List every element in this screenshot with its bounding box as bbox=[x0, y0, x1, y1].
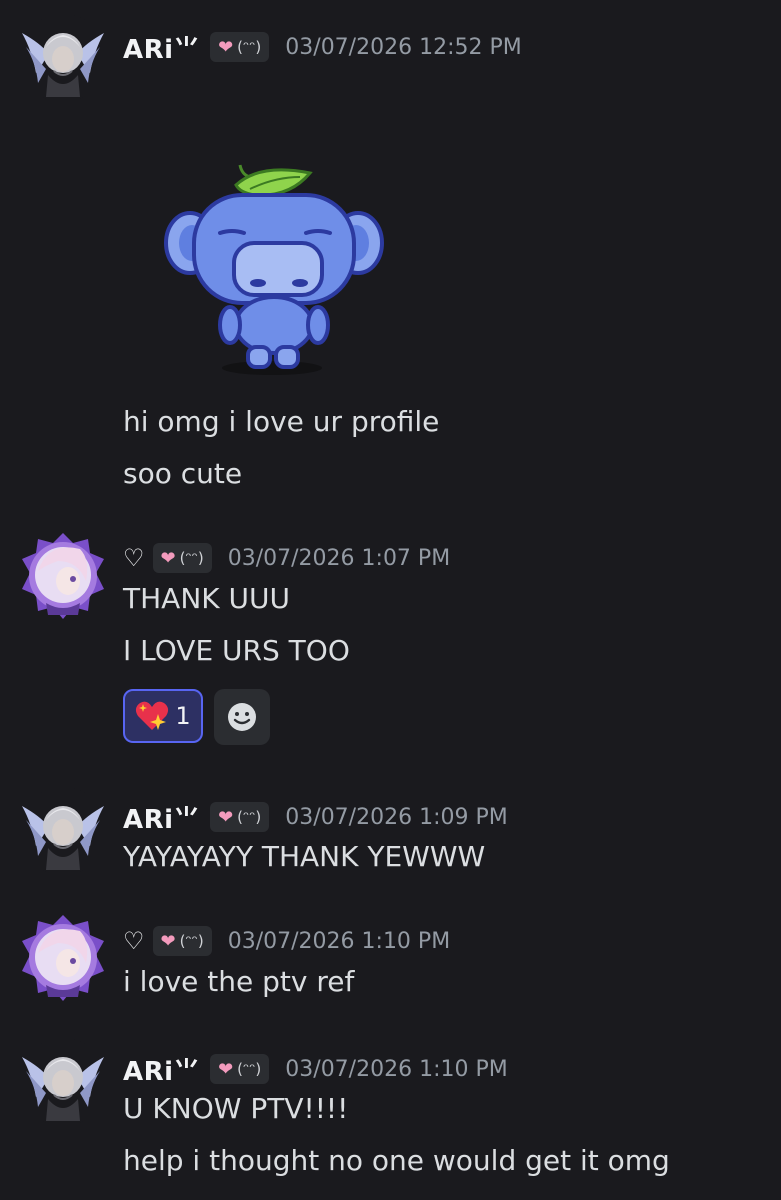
username[interactable]: ♡ bbox=[123, 927, 145, 955]
wumpus-sticker[interactable] bbox=[160, 155, 390, 380]
timestamp[interactable]: 03/07/2026 1:10 PM bbox=[228, 929, 450, 954]
anime-avatar-image bbox=[18, 531, 108, 621]
timestamp[interactable]: 03/07/2026 1:10 PM bbox=[285, 1057, 507, 1082]
server-tag[interactable]: ❤ (ᵔᵔ) bbox=[210, 32, 270, 62]
message-header: ARi⺌ ❤ (ᵔᵔ) 03/07/2026 1:10 PM bbox=[123, 1051, 508, 1087]
anime-avatar-image bbox=[18, 913, 108, 1003]
server-tag[interactable]: ❤ (ᵔᵔ) bbox=[152, 543, 212, 573]
username[interactable]: ARi⺌ bbox=[123, 29, 200, 66]
tag-label: (ᵔᵔ) bbox=[237, 1060, 262, 1078]
smiley-icon bbox=[228, 703, 256, 731]
message-header: ARi⺌ ❤ (ᵔᵔ) 03/07/2026 1:09 PM bbox=[123, 799, 508, 835]
message-line: hi omg i love ur profile bbox=[123, 405, 440, 438]
message-header: ♡ ❤ (ᵔᵔ) 03/07/2026 1:10 PM bbox=[123, 923, 450, 959]
pink-heart-icon: ❤ bbox=[218, 36, 234, 58]
timestamp[interactable]: 03/07/2026 1:09 PM bbox=[285, 805, 507, 830]
server-tag[interactable]: ❤ (ᵔᵔ) bbox=[210, 1054, 270, 1084]
pink-heart-icon: ❤ bbox=[160, 547, 176, 569]
avatar-ari[interactable] bbox=[18, 1037, 108, 1127]
pink-heart-icon: ❤ bbox=[218, 806, 234, 828]
tag-label: (ᵔᵔ) bbox=[179, 932, 204, 950]
message-line: soo cute bbox=[123, 457, 243, 490]
avatar-user[interactable] bbox=[18, 531, 108, 621]
wumpus-icon bbox=[164, 164, 384, 375]
server-tag[interactable]: ❤ (ᵔᵔ) bbox=[152, 926, 212, 956]
timestamp[interactable]: 03/07/2026 12:52 PM bbox=[285, 35, 521, 60]
message-line: help i thought no one would get it omg bbox=[123, 1144, 670, 1177]
add-reaction-button[interactable] bbox=[214, 689, 270, 745]
reaction-sparkling-heart[interactable]: 1 bbox=[123, 689, 203, 743]
message-line: THANK UUU bbox=[123, 582, 291, 615]
message-header: ♡ ❤ (ᵔᵔ) 03/07/2026 1:07 PM bbox=[123, 540, 450, 576]
timestamp[interactable]: 03/07/2026 1:07 PM bbox=[228, 546, 450, 571]
username[interactable]: ARi⺌ bbox=[123, 1051, 200, 1088]
sparkling-heart-icon bbox=[136, 701, 169, 730]
angel-avatar-image bbox=[18, 786, 108, 876]
angel-avatar-image bbox=[18, 1037, 108, 1127]
username[interactable]: ARi⺌ bbox=[123, 799, 200, 836]
avatar-ari[interactable] bbox=[18, 13, 108, 103]
message-line: I LOVE URS TOO bbox=[123, 634, 350, 667]
tag-label: (ᵔᵔ) bbox=[179, 549, 204, 567]
avatar-ari[interactable] bbox=[18, 786, 108, 876]
username[interactable]: ♡ bbox=[123, 544, 145, 572]
tag-label: (ᵔᵔ) bbox=[237, 38, 262, 56]
server-tag[interactable]: ❤ (ᵔᵔ) bbox=[210, 802, 270, 832]
tag-label: (ᵔᵔ) bbox=[237, 808, 262, 826]
pink-heart-icon: ❤ bbox=[160, 930, 176, 952]
message-line: YAYAYAYY THANK YEWWW bbox=[123, 840, 486, 873]
angel-avatar-image bbox=[18, 13, 108, 103]
avatar-user[interactable] bbox=[18, 913, 108, 1003]
message-line: i love the ptv ref bbox=[123, 965, 355, 998]
pink-heart-icon: ❤ bbox=[218, 1058, 234, 1080]
message-header: ARi⺌ ❤ (ᵔᵔ) 03/07/2026 12:52 PM bbox=[123, 29, 522, 65]
message-line: U KNOW PTV!!!! bbox=[123, 1092, 349, 1125]
reaction-count: 1 bbox=[175, 702, 191, 730]
